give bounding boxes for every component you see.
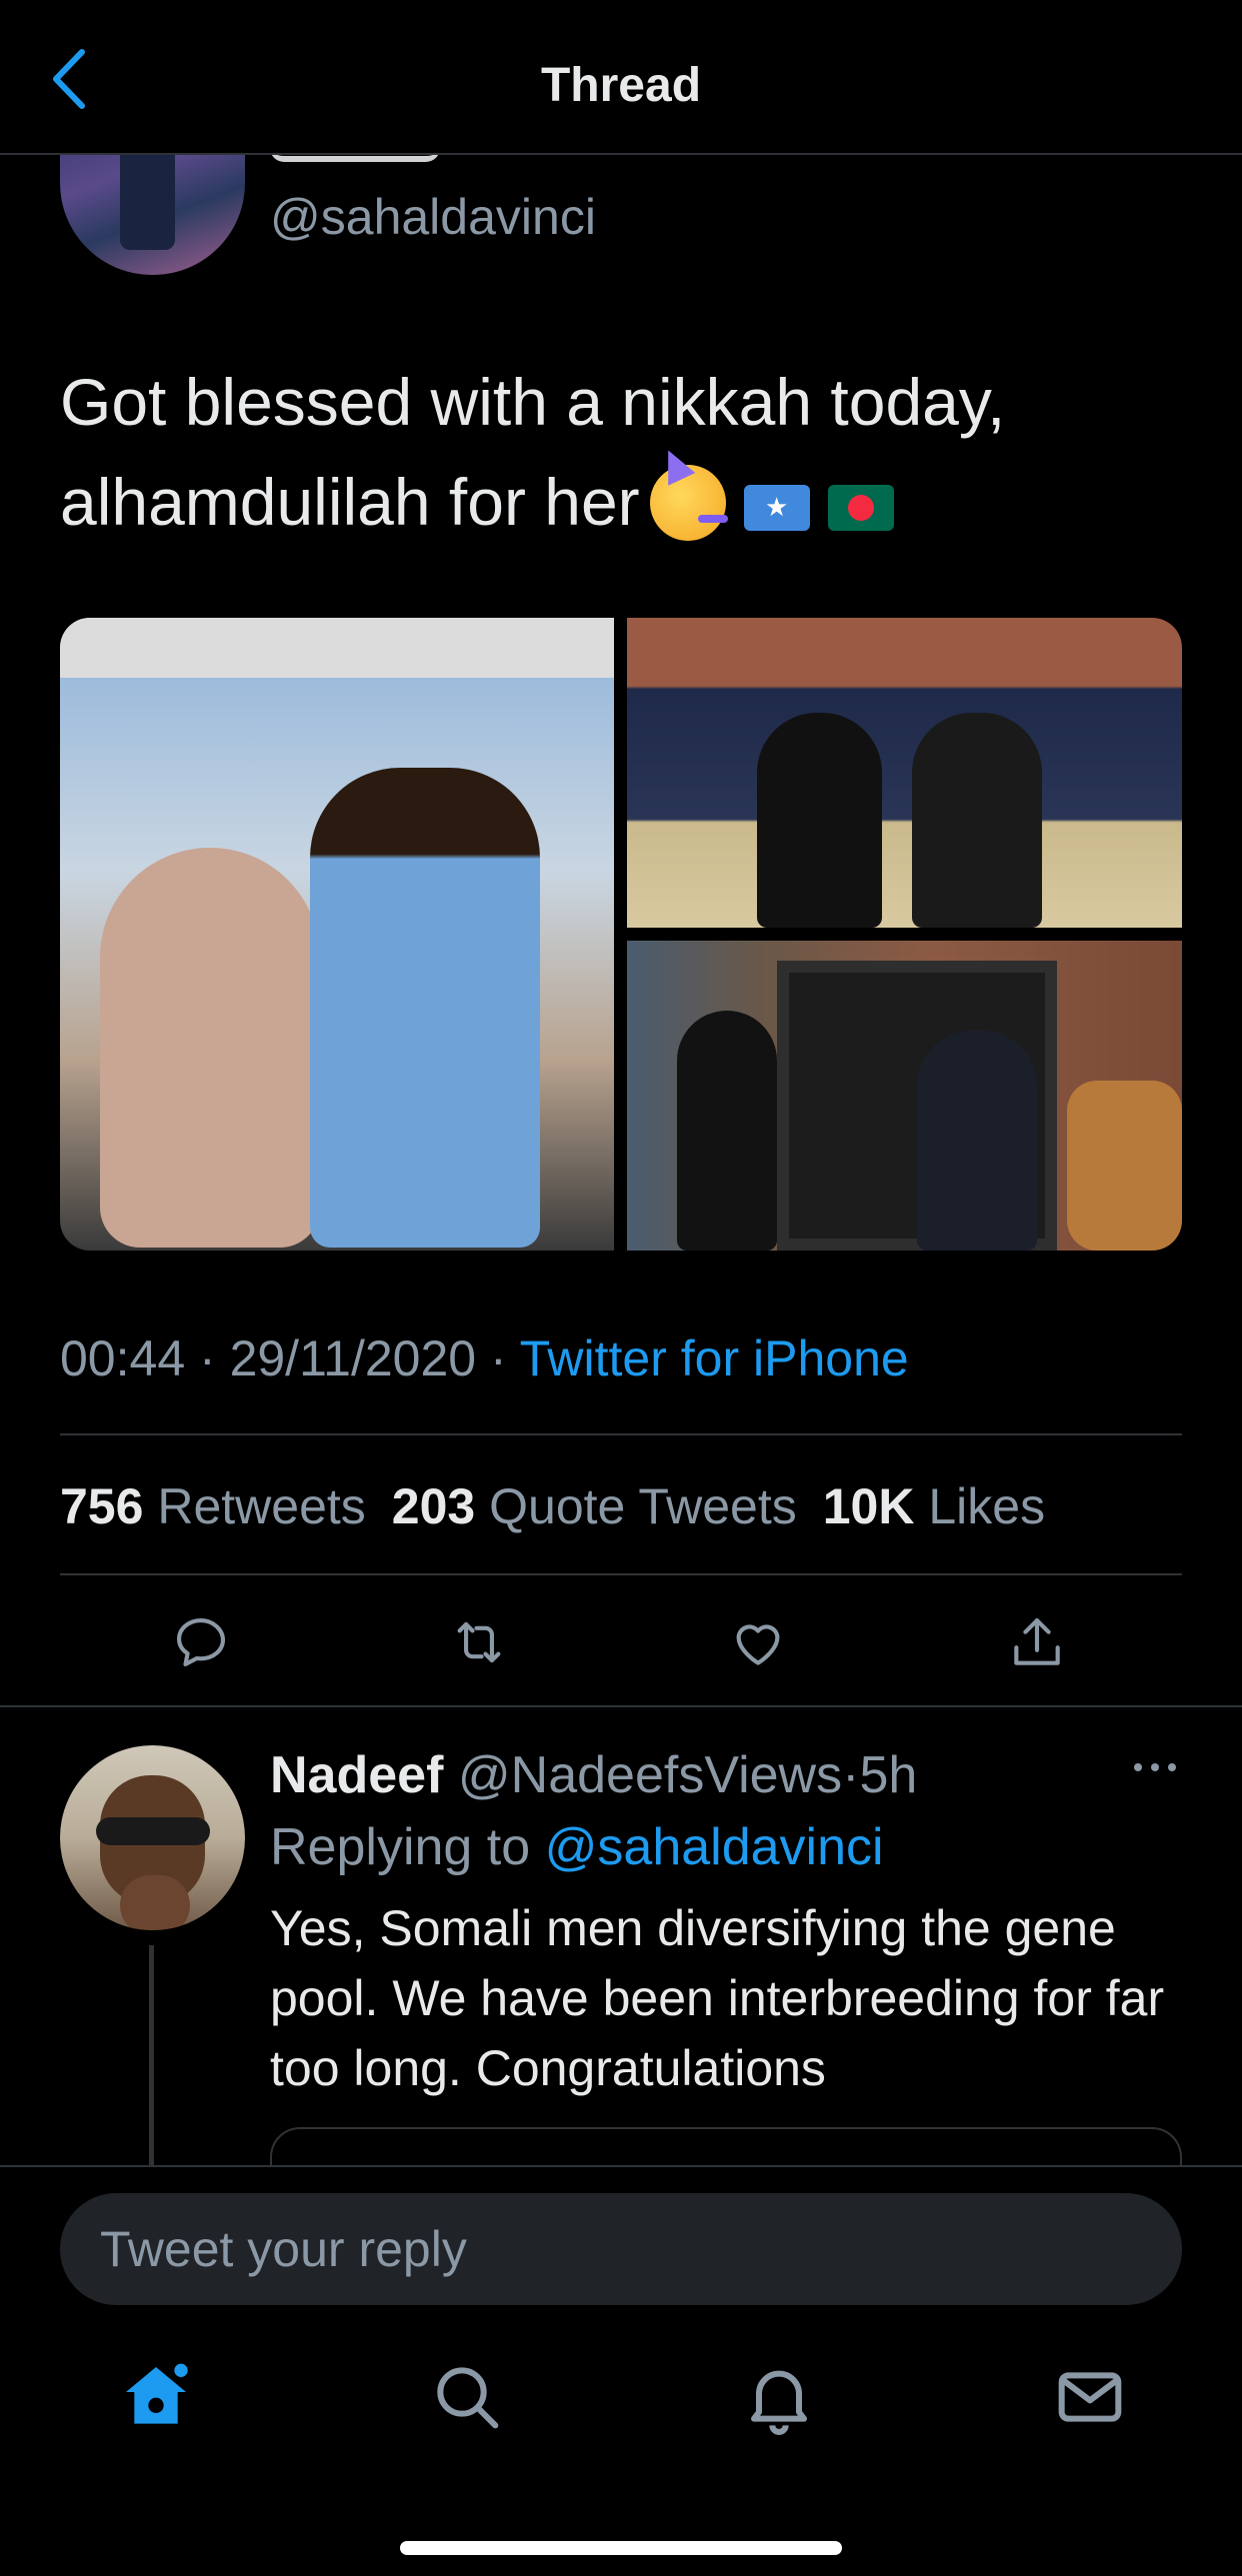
divider — [60, 1573, 1182, 1575]
page-title: Thread — [540, 59, 702, 112]
home-icon[interactable] — [116, 2357, 196, 2437]
author-handle[interactable]: @sahaldavinci — [270, 188, 596, 246]
thread-line — [149, 1945, 154, 2167]
tweet-photo-1[interactable] — [60, 618, 614, 1251]
tweet-media-grid — [60, 618, 1182, 1251]
more-options-icon[interactable] — [1130, 1757, 1180, 1777]
tweet-source-link[interactable]: Twitter for iPhone — [520, 1330, 909, 1386]
top-bar: Thread — [0, 0, 1242, 155]
quotes-count: 203 — [391, 1478, 476, 1534]
tweet-stats: 756 Retweets 203 Quote Tweets 10K Likes — [60, 1477, 1045, 1535]
quote-tweets-stat[interactable]: 203 Quote Tweets — [392, 1478, 797, 1534]
bottom-tab-bar — [0, 2357, 1242, 2477]
reply-author-name[interactable]: Nadeef — [270, 1746, 443, 1804]
retweets-count: 756 — [60, 1478, 144, 1534]
retweet-icon[interactable] — [448, 1611, 510, 1673]
likes-count: 10K — [822, 1478, 915, 1534]
like-icon[interactable] — [727, 1611, 789, 1673]
replying-to-mention[interactable]: @sahaldavinci — [545, 1818, 884, 1876]
tweet-actions — [0, 1611, 1242, 1681]
replying-label: Replying to — [270, 1818, 531, 1876]
tweet-meta: 00:44 · 29/11/2020 · Twitter for iPhone — [60, 1330, 909, 1386]
reply-tweet[interactable]: Nadeef @NadeefsViews·5h Replying to @sah… — [0, 1707, 1242, 2187]
retweets-label: Retweets — [157, 1478, 366, 1534]
tweet-text: Got blessed with a nikkah today, alhamdu… — [60, 352, 1190, 552]
reply-composer — [0, 2165, 1242, 2576]
reply-age: 5h — [859, 1746, 918, 1804]
reply-author-handle[interactable]: @NadeefsViews — [458, 1746, 842, 1804]
likes-stat[interactable]: 10K Likes — [823, 1478, 1045, 1534]
search-icon[interactable] — [427, 2357, 507, 2437]
tweet-photo-3[interactable] — [627, 941, 1182, 1251]
divider — [60, 1433, 1182, 1435]
bangladesh-flag-icon — [827, 484, 894, 531]
partying-face-icon — [649, 464, 728, 541]
reply-avatar[interactable] — [60, 1745, 245, 1930]
retweets-stat[interactable]: 756 Retweets — [60, 1478, 366, 1534]
quotes-label: Quote Tweets — [489, 1478, 797, 1534]
reply-input[interactable] — [60, 2193, 1182, 2305]
likes-label: Likes — [928, 1478, 1046, 1534]
notifications-icon[interactable] — [739, 2357, 819, 2437]
reply-header: Nadeef @NadeefsViews·5h — [270, 1746, 918, 1804]
tweet-date: 29/11/2020 — [229, 1330, 477, 1386]
share-icon[interactable] — [1006, 1611, 1068, 1673]
reply-text: Yes, Somali men diversifying the gene po… — [270, 1900, 1165, 2096]
reply-icon[interactable] — [170, 1611, 232, 1673]
somalia-flag-icon — [743, 484, 810, 531]
replying-to: Replying to @sahaldavinci — [270, 1817, 884, 1877]
home-indicator — [400, 2541, 842, 2555]
tweet-time: 00:44 — [60, 1330, 186, 1386]
tweet-photo-2[interactable] — [627, 618, 1182, 928]
messages-icon[interactable] — [1050, 2357, 1130, 2437]
